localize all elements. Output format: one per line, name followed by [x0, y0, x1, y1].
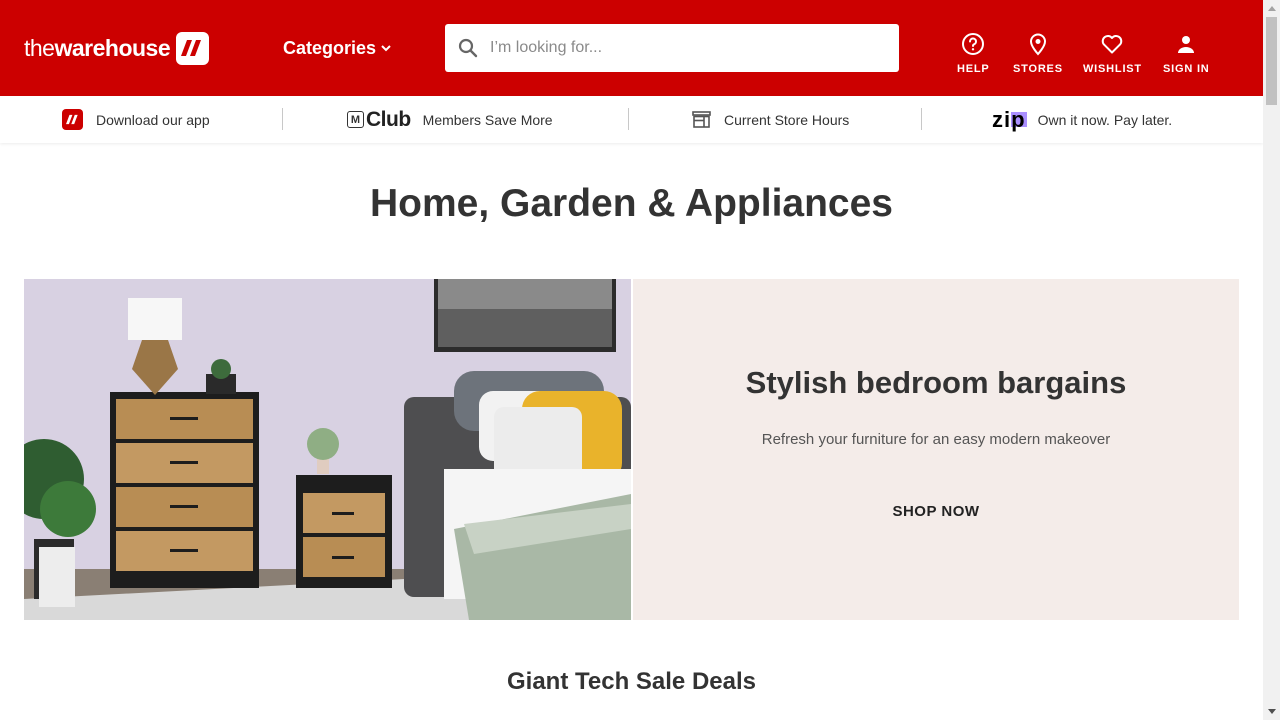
- mclub-logo-icon: M Club: [347, 108, 411, 132]
- zip-pay-link[interactable]: zip Own it now. Pay later.: [992, 96, 1172, 143]
- stores-link[interactable]: STORES: [1013, 32, 1063, 75]
- section-title: Giant Tech Sale Deals: [507, 668, 756, 695]
- download-app-label: Download our app: [96, 111, 210, 128]
- hero-text-panel: Stylish bedroom bargains Refresh your fu…: [633, 279, 1239, 620]
- search-bar: [445, 24, 899, 72]
- scrollbar-thumb[interactable]: [1266, 17, 1277, 105]
- help-label: HELP: [957, 63, 990, 75]
- page-scrollbar[interactable]: [1263, 0, 1280, 720]
- hero-subtitle: Refresh your furniture for an easy moder…: [761, 431, 1111, 448]
- info-bar: Download our app M Club Members Save Mor…: [0, 96, 1263, 143]
- heart-icon: [1102, 35, 1123, 54]
- store-icon: [692, 111, 711, 128]
- categories-label: Categories: [283, 37, 377, 58]
- search-icon[interactable]: [458, 38, 478, 58]
- categories-menu[interactable]: Categories: [283, 36, 392, 60]
- sign-in-link[interactable]: SIGN IN: [1163, 32, 1210, 75]
- wishlist-link[interactable]: WISHLIST: [1083, 32, 1142, 75]
- scroll-down-arrow-icon[interactable]: [1263, 703, 1280, 720]
- sign-in-label: SIGN IN: [1163, 63, 1210, 75]
- download-app-link[interactable]: Download our app: [62, 96, 210, 143]
- chevron-down-icon: [381, 45, 391, 52]
- store-hours-link[interactable]: Current Store Hours: [692, 96, 849, 143]
- shop-now-button[interactable]: SHOP NOW: [881, 499, 991, 523]
- hero-title: Stylish bedroom bargains: [745, 365, 1127, 400]
- divider: [921, 108, 922, 130]
- logo-main: warehouse: [54, 34, 171, 61]
- logo-prefix: the: [24, 34, 55, 61]
- scroll-up-arrow-icon[interactable]: [1263, 0, 1280, 17]
- stores-label: STORES: [1013, 63, 1063, 75]
- divider: [282, 108, 283, 130]
- map-pin-icon: [1029, 33, 1046, 56]
- logo-slash-icon: [176, 31, 210, 65]
- mclub-logo-text: Club: [366, 107, 411, 131]
- help-circle-icon: [962, 33, 985, 55]
- hero-banner[interactable]: Stylish bedroom bargains Refresh your fu…: [24, 279, 1239, 620]
- page-title: Home, Garden & Appliances: [369, 182, 893, 225]
- store-hours-label: Current Store Hours: [724, 111, 850, 128]
- user-icon: [1178, 36, 1195, 53]
- search-input[interactable]: [490, 39, 870, 57]
- zip-logo-icon: zip: [992, 106, 1027, 132]
- site-logo[interactable]: thewarehouse: [24, 31, 210, 65]
- app-logo-icon: [62, 109, 83, 130]
- help-link[interactable]: HELP: [957, 32, 990, 75]
- divider: [628, 108, 629, 130]
- zip-pay-label: Own it now. Pay later.: [1037, 111, 1173, 128]
- bedroom-image[interactable]: [24, 279, 631, 620]
- zip-logo-text: zip: [992, 106, 1026, 132]
- wishlist-label: WISHLIST: [1083, 63, 1142, 75]
- site-header: thewarehouse Categories HELP: [0, 0, 1263, 96]
- members-save-label: Members Save More: [422, 111, 553, 128]
- bedroom-illustration: [24, 279, 631, 620]
- members-save-link[interactable]: M Club Members Save More: [347, 96, 553, 143]
